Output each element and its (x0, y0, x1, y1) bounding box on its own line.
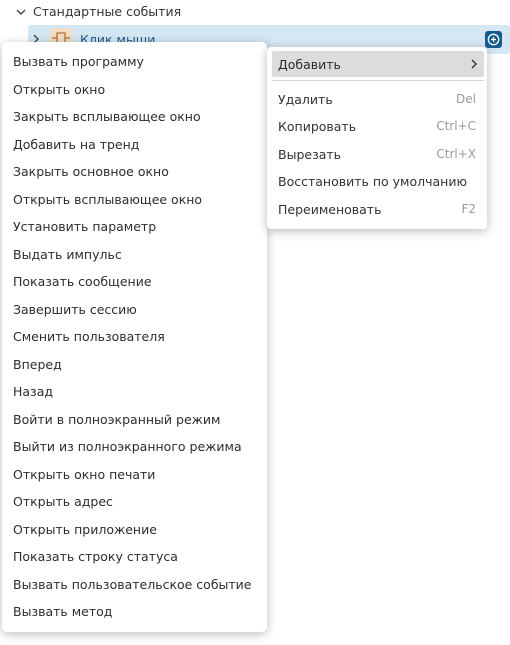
submenu-item[interactable]: Показать сообщение (2, 268, 267, 296)
submenu-item[interactable]: Закрыть основное окно (2, 158, 267, 186)
submenu-item[interactable]: Открыть всплывающее окно (2, 186, 267, 214)
menu-item-label: Вырезать (278, 147, 342, 162)
context-menu: Добавить Удалить Del Копировать Ctrl+C В… (267, 47, 487, 229)
submenu-item[interactable]: Выдать импульс (2, 241, 267, 269)
chevron-right-icon (471, 59, 477, 69)
submenu-item[interactable]: Добавить на тренд (2, 131, 267, 159)
submenu-item[interactable]: Назад (2, 378, 267, 406)
submenu-item[interactable]: Выйти из полноэкранного режима (2, 433, 267, 461)
context-menu-rename[interactable]: Переименовать F2 (278, 199, 476, 219)
menu-item-label: Переименовать (278, 202, 382, 217)
menu-item-shortcut: Ctrl+C (436, 119, 476, 133)
context-menu-cut[interactable]: Вырезать Ctrl+X (278, 144, 476, 164)
plus-circle-icon (487, 33, 500, 46)
context-menu-restore-default[interactable]: Восстановить по умолчанию (278, 171, 476, 191)
submenu-item[interactable]: Вызвать пользовательское событие (2, 571, 267, 599)
menu-item-shortcut: F2 (461, 202, 476, 216)
submenu-item[interactable]: Вызвать метод (2, 598, 267, 626)
submenu-item[interactable]: Открыть окно печати (2, 461, 267, 489)
submenu-item[interactable]: Открыть приложение (2, 516, 267, 544)
add-button[interactable] (485, 31, 502, 48)
submenu-item[interactable]: Сменить пользователя (2, 323, 267, 351)
submenu-item[interactable]: Войти в полноэкранный режим (2, 406, 267, 434)
menu-divider (272, 80, 484, 81)
tree-group-title: Стандартные события (33, 4, 182, 19)
context-menu-copy[interactable]: Копировать Ctrl+C (278, 116, 476, 136)
submenu-item[interactable]: Вызвать программу (2, 48, 267, 76)
chevron-down-icon[interactable] (14, 5, 28, 19)
add-action-submenu: Вызвать программу Открыть окно Закрыть в… (2, 42, 267, 632)
submenu-item[interactable]: Завершить сессию (2, 296, 267, 324)
tree-group-header[interactable]: Стандартные события (0, 0, 510, 24)
context-menu-delete[interactable]: Удалить Del (278, 89, 476, 109)
submenu-item[interactable]: Открыть окно (2, 76, 267, 104)
submenu-item[interactable]: Показать строку статуса (2, 543, 267, 571)
submenu-item[interactable]: Вперед (2, 351, 267, 379)
menu-item-label: Удалить (278, 92, 333, 107)
menu-item-label: Копировать (278, 119, 357, 134)
submenu-item[interactable]: Открыть адрес (2, 488, 267, 516)
menu-item-shortcut: Del (456, 92, 476, 106)
menu-item-label: Восстановить по умолчанию (278, 174, 467, 189)
submenu-item[interactable]: Установить параметр (2, 213, 267, 241)
submenu-item[interactable]: Закрыть всплывающее окно (2, 103, 267, 131)
context-menu-add-label: Добавить (278, 57, 341, 72)
menu-item-shortcut: Ctrl+X (436, 147, 476, 161)
context-menu-add[interactable]: Добавить (272, 51, 484, 77)
